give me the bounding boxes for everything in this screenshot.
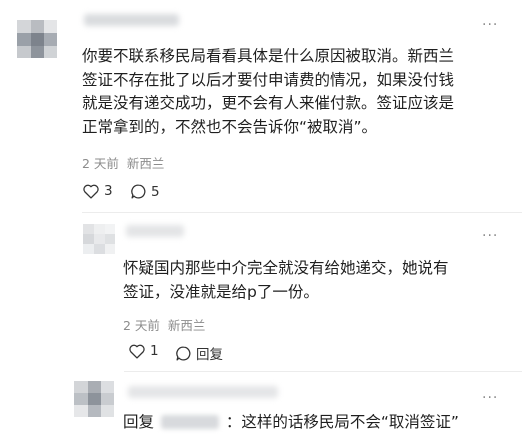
like-button[interactable]: 3 <box>82 183 113 199</box>
comment-meta: 2 天前 新西兰 <box>123 315 205 334</box>
location: 新西兰 <box>167 318 206 333</box>
comment-text: 怀疑国内那些中介完全就没有给她递交，她说有 签证，没准就是给p了一份。 <box>123 259 449 301</box>
reply-count: 5 <box>151 183 160 200</box>
reply-label: 回复 <box>196 347 223 363</box>
more-icon[interactable]: ··· <box>482 391 498 405</box>
comment-icon <box>130 183 147 200</box>
comment-text: 你要不联系移民局看看具体是什么原因被取消。新西兰 签证不存在批了以后才要付申请费… <box>82 47 455 136</box>
comment-icon <box>175 345 192 362</box>
avatar[interactable] <box>74 381 114 417</box>
avatar[interactable] <box>83 224 115 254</box>
like-count: 1 <box>150 343 159 359</box>
location: 新西兰 <box>126 156 165 171</box>
reply-text: ：这样的话移民局不会“取消签证” <box>225 413 459 431</box>
heart-icon <box>128 343 146 359</box>
username[interactable] <box>128 386 278 398</box>
divider <box>124 371 522 372</box>
comment-meta: 2 天前 新西兰 <box>82 153 164 172</box>
mention-blur[interactable] <box>160 415 219 429</box>
reply-prefix: 回复 <box>123 413 155 431</box>
reply-button[interactable]: 回复 <box>175 343 223 363</box>
timestamp: 2 天前 <box>123 318 160 333</box>
heart-icon <box>82 183 100 199</box>
divider <box>82 212 522 213</box>
comment-text: 回复 ：这样的话移民局不会“取消签证” <box>123 411 518 435</box>
username[interactable] <box>126 225 184 237</box>
more-icon[interactable]: ··· <box>482 18 498 32</box>
like-button[interactable]: 1 <box>128 343 159 359</box>
username[interactable] <box>84 14 179 26</box>
timestamp: 2 天前 <box>82 156 119 171</box>
more-icon[interactable]: ··· <box>482 229 498 243</box>
reply-button[interactable]: 5 <box>130 183 160 200</box>
avatar[interactable] <box>17 20 57 58</box>
like-count: 3 <box>104 183 113 199</box>
